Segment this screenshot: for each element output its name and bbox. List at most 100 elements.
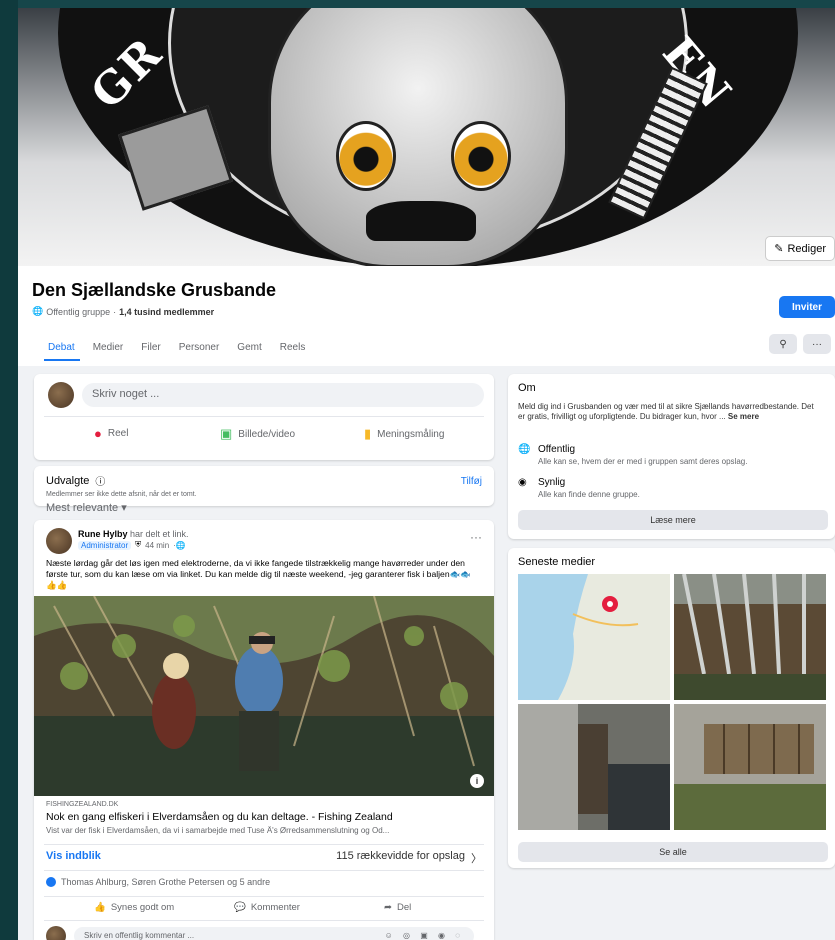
group-tabs: Debat Medier Filer Personer Gemt Reels [32,342,314,361]
featured-section: Udvalgte ⓘ Medlemmer ser ikke dette afsn… [34,466,494,506]
like-button[interactable]: 👍 Synes godt om [94,902,174,913]
tab-gemt[interactable]: Gemt [228,342,270,361]
tab-reels[interactable]: Reels [271,342,315,361]
post-text: Næste lørdag går det løs igen med elektr… [46,558,472,590]
visibility-description: Alle kan finde denne gruppe. [538,490,640,499]
privacy-description: Alle kan se, hvem der er med i gruppen s… [538,457,748,466]
photo-video-button[interactable]: ▣ Billede/video [220,426,295,442]
composer-input[interactable]: Skriv noget ... [82,383,484,407]
visibility-row: ◉ Synlig Alle kan finde denne gruppe. [518,477,640,499]
composer-divider [44,416,484,417]
invite-button[interactable]: Inviter [779,296,835,318]
reach-divider [44,870,484,871]
link-source: FISHINGZEALAND.DK [46,801,119,808]
privacy-title: Offentlig [538,444,576,455]
tab-personer[interactable]: Personer [170,342,229,361]
about-description: Meld dig ind i Grusbanden og vær med til… [518,402,818,422]
comment-icon: 💬 [234,902,246,913]
more-options-button[interactable]: ··· [803,334,831,354]
view-insights-link[interactable]: Vis indblik [46,850,101,862]
info-icon[interactable]: ⓘ [95,473,105,488]
search-button[interactable]: ⚲ [769,334,797,354]
sort-dropdown[interactable]: Mest relevante ▾ [46,501,127,514]
weir-illustration [518,704,670,830]
share-icon: ➦ [384,902,392,913]
post-author[interactable]: Rune Hylby [78,529,128,539]
see-all-media-button[interactable]: Se alle [518,842,828,862]
post-action: har delt et link. [130,529,189,539]
learn-more-button[interactable]: Læse mere [518,510,828,530]
fish-illustration [268,8,568,266]
group-header: Den Sjællandske Grusbande 🌐 Offentlig gr… [18,266,835,366]
comment-placeholder: Skriv en offentlig kommentar ... [84,931,195,940]
comment-button[interactable]: 💬 Kommenter [234,902,300,913]
featured-subtitle: Medlemmer ser ikke dette afsnit, når det… [46,491,197,498]
thumbs-up-icon: 👍 [94,902,106,913]
post-card: Rune Hylby har delt et link. Administrat… [34,520,494,940]
recent-media-card: Seneste medier Se alle [508,548,835,868]
wall-illustration [674,704,826,830]
stream-photo-illustration [34,596,494,796]
poll-label: Meningsmåling [377,428,445,440]
photo-icon: ▣ [220,426,233,441]
comment-input[interactable]: Skriv en offentlig kommentar ... ☺ ◎ ▣ ◉… [74,927,474,940]
avatar [48,382,74,408]
post-options-button[interactable]: ··· [470,530,482,544]
about-card: Om Meld dig ind i Grusbanden og vær med … [508,374,835,539]
poll-button[interactable]: ▮ Meningsmåling [364,426,444,442]
fish-mouth [366,201,476,241]
post-time[interactable]: 44 min [145,541,169,550]
avatar [46,926,66,940]
media-thumb-weir[interactable] [518,704,670,830]
reactions-divider [44,896,484,897]
admin-badge: Administrator [78,540,132,550]
tab-filer[interactable]: Filer [132,342,169,361]
grate-illustration [674,574,826,700]
caret-down-icon: ▾ [121,502,127,514]
link-subtitle: Vist var der fisk i Elverdamsåen, da vi … [46,826,390,835]
like-label: Synes godt om [110,902,175,913]
search-icon: ⚲ [779,338,787,350]
group-meta: 🌐 Offentlig gruppe · 1,4 tusind medlemme… [32,306,214,317]
see-more-link[interactable]: Se mere [728,412,759,421]
group-members[interactable]: 1,4 tusind medlemmer [119,307,214,317]
pencil-icon: ✎ [774,243,784,255]
link-title[interactable]: Nok en gang elfiskeri i Elverdamsåen og … [46,811,393,823]
post-reach[interactable]: 115 rækkevidde for opslag 〉 [336,850,482,866]
poll-icon: ▮ [364,426,372,441]
group-privacy: Offentlig gruppe [46,306,111,317]
like-reaction-icon [46,877,56,887]
info-icon[interactable]: i [470,774,484,788]
reel-icon: ● [94,426,102,441]
fish-eye-right [451,121,511,191]
post-link-image[interactable]: i [34,596,494,796]
desktop-background [0,0,18,940]
reactions-summary[interactable]: Thomas Ahlburg, Søren Grothe Petersen og… [46,877,270,887]
author-avatar[interactable] [46,528,72,554]
edit-cover-button[interactable]: ✎ Rediger [765,236,835,261]
cover-photo: GR EN ✎ Rediger [18,8,835,266]
comment-label: Kommenter [250,902,300,913]
comment-tools-icons: ☺ ◎ ▣ ◉ ◌ [384,931,464,940]
featured-title: Udvalgte ⓘ [46,473,105,489]
post-meta: Administrator ⛨ 44 min ·🌐 [78,540,186,550]
reel-button[interactable]: ● Reel [94,426,128,441]
tab-debat[interactable]: Debat [32,342,84,361]
media-thumb-wall[interactable] [674,704,826,830]
media-thumb-grate[interactable] [674,574,826,700]
post-composer: Skriv noget ... ● Reel ▣ Billede/video ▮… [34,374,494,460]
meta-separator: · [113,306,117,317]
about-description-text: Meld dig ind i Grusbanden og vær med til… [518,402,814,421]
media-title: Seneste medier [518,556,596,568]
share-button[interactable]: ➦ Del [384,902,411,913]
more-dots-icon: ··· [812,338,822,350]
link-divider [44,844,484,845]
visibility-title: Synlig [538,477,566,488]
reel-label: Reel [107,428,129,439]
media-thumb-map[interactable] [518,574,670,700]
tab-medier[interactable]: Medier [84,342,133,361]
comment-composer: Skriv en offentlig kommentar ... ☺ ◎ ▣ ◉… [46,926,474,940]
map-illustration [518,574,670,700]
share-label: Del [396,902,412,913]
featured-add-link[interactable]: Tilføj [461,476,482,487]
